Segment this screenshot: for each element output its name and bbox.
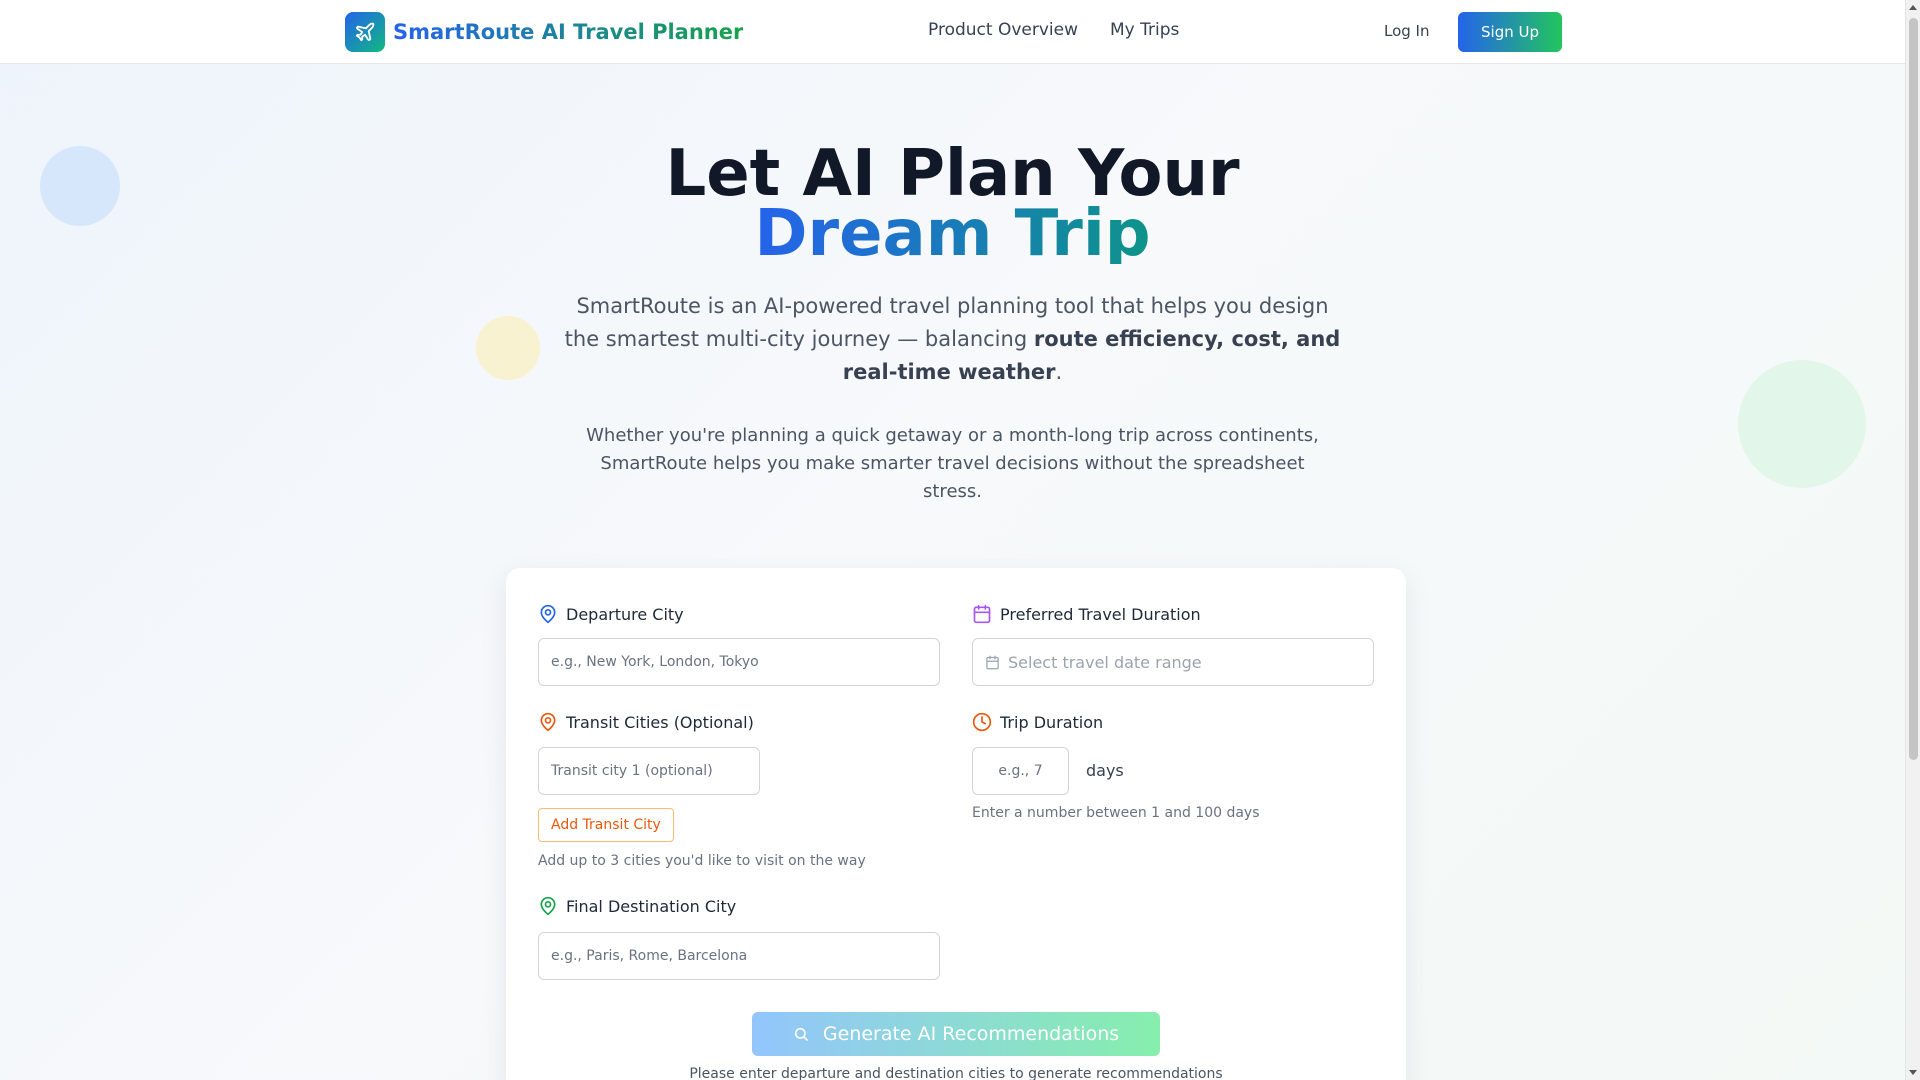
transit-label-text: Transit Cities (Optional) (566, 712, 754, 732)
decorative-circle-green (1738, 360, 1866, 488)
destination-input[interactable] (538, 932, 940, 980)
travel-duration-label-text: Preferred Travel Duration (1000, 604, 1201, 624)
scrollbar-thumb[interactable] (1909, 18, 1918, 760)
calendar-small-icon (986, 655, 999, 669)
map-pin-icon (540, 604, 556, 624)
hero-description: Whether you're planning a quick getaway … (586, 425, 1319, 502)
destination-label: Final Destination City (538, 896, 736, 916)
travel-duration-label: Preferred Travel Duration (972, 604, 1201, 624)
scroll-up-arrow[interactable] (1909, 5, 1917, 10)
generate-button-label: Generate AI Recommendations (822, 1023, 1120, 1045)
decorative-circle-yellow (476, 316, 540, 380)
brand-name: SmartRoute AI Travel Planner (393, 20, 744, 44)
hero-title: Let AI Plan Your Dream Trip (0, 137, 1905, 271)
departure-input[interactable] (538, 638, 940, 686)
trip-duration-label: Trip Duration (972, 712, 1103, 732)
map-pin-icon (540, 896, 556, 916)
nav-product-overview[interactable]: Product Overview (928, 20, 1078, 40)
add-transit-city-button[interactable]: Add Transit City (538, 808, 674, 842)
signup-button[interactable]: Sign Up (1458, 12, 1562, 52)
clock-icon (972, 712, 992, 732)
generate-recommendations-button[interactable]: Generate AI Recommendations (752, 1012, 1160, 1056)
login-link[interactable]: Log In (1384, 22, 1430, 40)
map-pin-icon (540, 712, 556, 732)
trip-duration-input[interactable] (972, 747, 1069, 795)
calendar-icon (973, 604, 991, 624)
trip-planner-form: Departure City Preferred Travel Duration… (506, 568, 1406, 1080)
transit-label: Transit Cities (Optional) (538, 712, 754, 732)
page-scrollbar[interactable] (1905, 0, 1920, 1080)
days-unit: days (1086, 761, 1124, 780)
transit-hint: Add up to 3 cities you'd like to visit o… (538, 853, 866, 869)
hero-title-line1: Let AI Plan Your (665, 137, 1240, 211)
hero-subtitle-end: . (1055, 360, 1063, 384)
search-icon (794, 1027, 808, 1041)
hero-subtitle: SmartRoute is an AI-powered travel plann… (560, 290, 1345, 389)
date-range-placeholder: Select travel date range (1008, 652, 1202, 672)
nav-my-trips[interactable]: My Trips (1110, 20, 1179, 40)
trip-duration-label-text: Trip Duration (1000, 712, 1104, 732)
transit-city-1-input[interactable] (538, 747, 760, 795)
brand[interactable]: SmartRoute AI Travel Planner (345, 12, 743, 52)
generate-hint: Please enter departure and destination c… (689, 1066, 1223, 1080)
hero-title-line2: Dream Trip (754, 197, 1151, 271)
destination-label-text: Final Destination City (566, 896, 737, 916)
departure-label: Departure City (538, 604, 684, 624)
plane-icon (345, 12, 385, 52)
departure-label-text: Departure City (566, 604, 684, 624)
trip-duration-hint: Enter a number between 1 and 100 days (972, 805, 1260, 821)
top-navbar: SmartRoute AI Travel Planner Product Ove… (0, 0, 1905, 64)
scroll-down-arrow[interactable] (1909, 1070, 1917, 1075)
date-range-picker[interactable]: Select travel date range (972, 638, 1374, 686)
main-nav: Product Overview My Trips (928, 20, 1179, 40)
